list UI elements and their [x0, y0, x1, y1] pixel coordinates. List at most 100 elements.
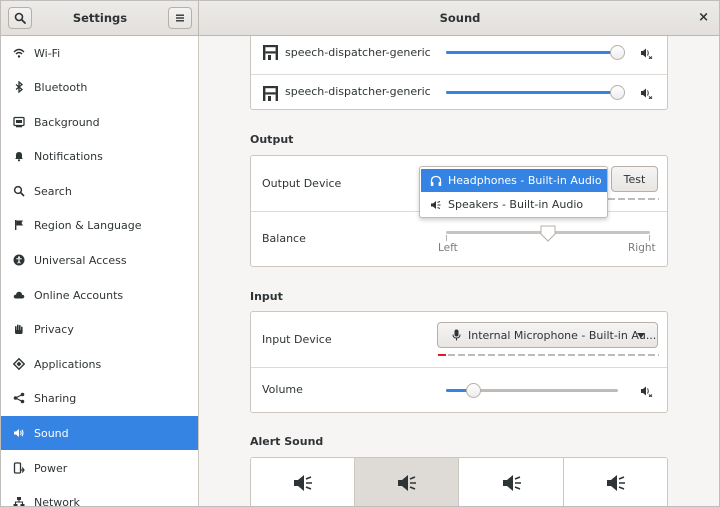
output-section-title: Output [250, 133, 294, 146]
sidebar-item-label: Power [34, 461, 68, 475]
speaker-mute-icon[interactable] [640, 47, 654, 59]
balance-left-label: Left [438, 242, 458, 254]
search-icon [13, 185, 25, 197]
output-option-headphones[interactable]: Headphones - Built-in Audio [421, 169, 607, 192]
headphones-icon [430, 175, 442, 187]
applications-icon [13, 358, 25, 370]
input-device-combo[interactable]: Internal Microphone - Built-in Au... [437, 322, 658, 348]
sidebar-item-sound[interactable]: Sound [1, 416, 198, 450]
alert-sound-option[interactable] [564, 458, 667, 506]
sidebar-item-sharing[interactable]: Sharing [1, 381, 198, 415]
sidebar-item-label: Wi-Fi [34, 46, 61, 60]
app-volume-knob[interactable] [610, 45, 625, 60]
speaker-icon [607, 475, 625, 491]
sidebar-item-notifications[interactable]: Notifications [1, 139, 198, 173]
sidebar: Wi-Fi Bluetooth Background Notifications… [1, 36, 199, 507]
sidebar-item-label: Universal Access [34, 253, 127, 267]
sidebar-item-online-accounts[interactable]: Online Accounts [1, 278, 198, 312]
speaker-mute-icon[interactable] [640, 87, 654, 99]
input-device-value: Internal Microphone - Built-in Au... [468, 328, 657, 342]
bluetooth-icon [13, 81, 25, 93]
test-button[interactable]: Test [611, 166, 658, 192]
sidebar-item-label: Network [34, 495, 80, 507]
cloud-icon [13, 289, 25, 301]
input-volume-knob[interactable] [466, 383, 481, 398]
speaker-icon [430, 199, 442, 211]
volume-label: Volume [262, 383, 303, 396]
settings-window: Settings Sound × Wi-Fi Bluetooth Backgro… [0, 0, 720, 507]
header-sidebar-part: Settings [1, 1, 199, 36]
input-device-label: Input Device [262, 333, 332, 346]
alert-sound-option[interactable] [460, 458, 564, 506]
app-name: speech-dispatcher-generic [285, 85, 431, 98]
input-level-peak [438, 354, 446, 356]
app-volume-list: speech-dispatcher-generic speech-dispatc… [250, 36, 668, 110]
wifi-icon [13, 47, 25, 59]
sidebar-item-label: Online Accounts [34, 288, 124, 302]
bell-icon [13, 150, 25, 162]
sidebar-item-label: Bluetooth [34, 80, 88, 94]
speech-app-icon [263, 86, 278, 101]
sidebar-item-power[interactable]: Power [1, 451, 198, 485]
sidebar-item-label: Privacy [34, 322, 74, 336]
input-frame: Input Device Internal Microphone - Built… [250, 311, 668, 413]
balance-tick-left [446, 235, 447, 241]
sidebar-item-label: Region & Language [34, 218, 142, 232]
accessibility-icon [13, 254, 25, 266]
app-volume-fill [446, 51, 613, 54]
sidebar-item-network[interactable]: Network [1, 485, 198, 507]
sidebar-item-universal-access[interactable]: Universal Access [1, 243, 198, 277]
balance-tick-right [649, 235, 650, 241]
sidebar-item-label: Sound [34, 426, 69, 440]
alert-sound-option[interactable] [251, 458, 355, 506]
speaker-icon [502, 475, 521, 491]
alert-sound-option-selected[interactable] [355, 458, 459, 506]
hamburger-icon [176, 14, 184, 22]
input-level-meter [448, 354, 659, 356]
sidebar-item-label: Sharing [34, 391, 77, 405]
hand-icon [13, 323, 25, 335]
background-icon [13, 116, 25, 128]
sidebar-item-bluetooth[interactable]: Bluetooth [1, 70, 198, 104]
sidebar-item-label: Applications [34, 357, 102, 371]
app-volume-fill [446, 91, 613, 94]
balance-knob[interactable] [539, 224, 557, 242]
sidebar-item-search[interactable]: Search [1, 174, 198, 208]
app-volume-row: speech-dispatcher-generic [251, 36, 667, 74]
output-option-label: Speakers - Built-in Audio [448, 198, 584, 211]
speaker-icon [397, 475, 416, 491]
output-device-popup: Headphones - Built-in Audio Speakers - B… [419, 166, 608, 218]
output-option-speakers[interactable]: Speakers - Built-in Audio [421, 193, 607, 216]
app-volume-knob[interactable] [610, 85, 625, 100]
row-separator [251, 367, 667, 368]
app-name: speech-dispatcher-generic [285, 46, 431, 59]
sidebar-item-wifi[interactable]: Wi-Fi [1, 36, 198, 70]
sidebar-item-privacy[interactable]: Privacy [1, 312, 198, 346]
alert-section-title: Alert Sound [250, 435, 324, 448]
close-icon[interactable]: × [698, 10, 709, 25]
balance-label: Balance [262, 232, 306, 245]
app-volume-row: speech-dispatcher-generic [251, 74, 667, 110]
balance-right-label: Right [628, 242, 656, 254]
sound-panel: speech-dispatcher-generic speech-dispatc… [200, 36, 719, 506]
speaker-icon [293, 475, 312, 491]
sidebar-item-label: Notifications [34, 149, 103, 163]
power-icon [13, 462, 25, 474]
output-device-label: Output Device [262, 177, 342, 190]
sidebar-item-label: Background [34, 115, 100, 129]
sidebar-item-label: Search [34, 184, 72, 198]
sidebar-item-background[interactable]: Background [1, 105, 198, 139]
panel-title: Sound [439, 11, 481, 25]
sidebar-item-region-language[interactable]: Region & Language [1, 208, 198, 242]
network-icon [13, 496, 25, 506]
speaker-icon [13, 427, 25, 439]
share-icon [13, 392, 25, 404]
output-option-label: Headphones - Built-in Audio [448, 174, 602, 187]
header-bar: Settings Sound × [1, 1, 719, 36]
menu-button[interactable] [168, 7, 192, 29]
speaker-mute-icon[interactable] [640, 385, 654, 397]
sidebar-item-applications[interactable]: Applications [1, 347, 198, 381]
chevron-down-icon [637, 333, 645, 338]
input-section-title: Input [250, 290, 283, 303]
alert-sound-chooser [250, 457, 668, 506]
